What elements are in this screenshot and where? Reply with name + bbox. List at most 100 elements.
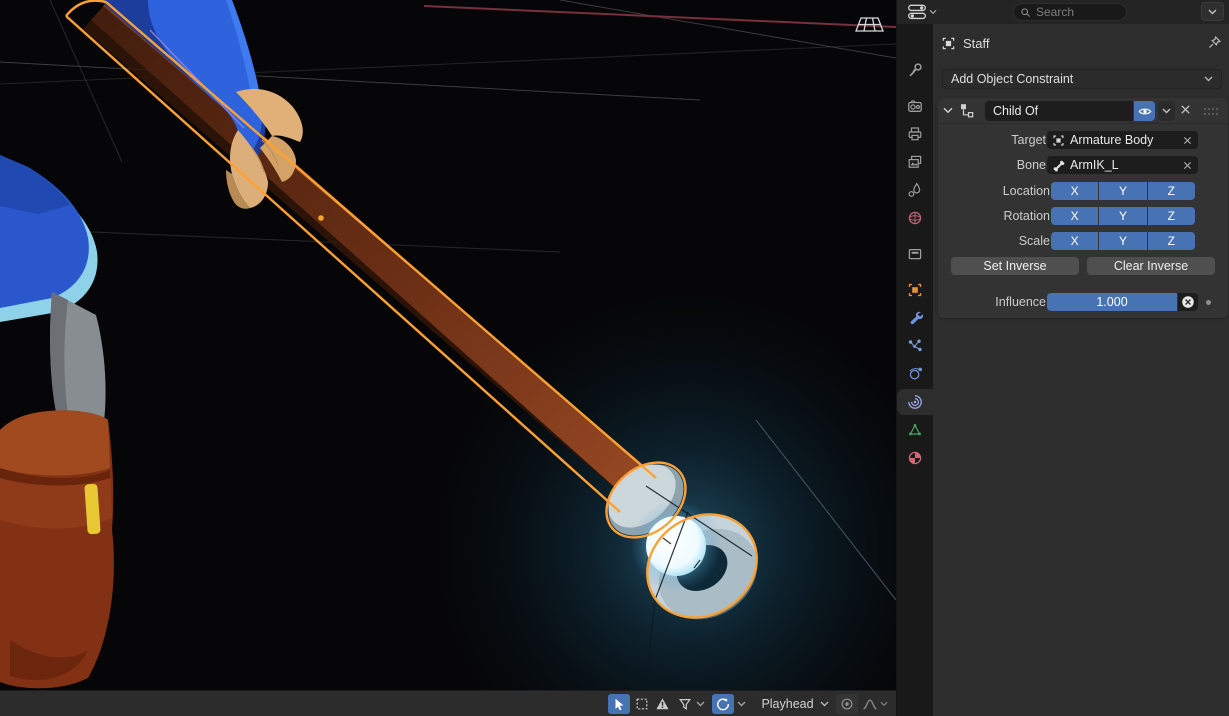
clear-target-icon[interactable] <box>1182 135 1193 146</box>
add-object-constraint-label: Add Object Constraint <box>951 72 1073 86</box>
character-boot[interactable] <box>0 410 114 688</box>
record-keyframe-icon[interactable] <box>836 694 858 714</box>
location-row: Location X Y Z <box>938 182 1228 200</box>
properties-tab-strip <box>897 24 933 716</box>
refresh-dropdown-chevron-icon[interactable] <box>735 694 748 714</box>
rotation-y-toggle[interactable]: Y <box>1099 207 1146 225</box>
scale-axis-toggles: X Y Z <box>1051 232 1195 250</box>
curve-dropdown-chevron-icon[interactable] <box>878 694 890 714</box>
location-axis-toggles: X Y Z <box>1051 182 1195 200</box>
rotation-row: Rotation X Y Z <box>938 207 1228 225</box>
filter-dropdown-chevron-icon[interactable] <box>694 694 707 714</box>
location-x-toggle[interactable]: X <box>1051 182 1098 200</box>
chevron-down-icon <box>929 9 937 15</box>
tab-object-data[interactable] <box>897 417 933 443</box>
tab-world[interactable] <box>897 205 933 231</box>
constraint-panel: Child Of Target Armature Body <box>938 98 1228 318</box>
tab-output[interactable] <box>897 121 933 147</box>
tab-object-constraints[interactable] <box>897 389 933 415</box>
constraint-visibility-toggle[interactable] <box>1134 101 1155 121</box>
chevron-down-icon <box>1204 76 1213 82</box>
location-y-toggle[interactable]: Y <box>1099 182 1146 200</box>
bone-field[interactable]: ArmIK_L <box>1047 156 1198 174</box>
bone-row: Bone ArmIK_L <box>938 156 1228 174</box>
inverse-row: Set Inverse Clear Inverse <box>938 257 1228 275</box>
clear-bone-icon[interactable] <box>1182 160 1193 171</box>
influence-label: Influence <box>995 293 1046 311</box>
panel-expand-chevron-icon[interactable] <box>943 107 953 114</box>
properties-editor-header: Search <box>897 0 1229 24</box>
eye-icon <box>1138 106 1152 117</box>
tab-object[interactable] <box>897 277 933 303</box>
refresh-icon[interactable] <box>712 694 734 714</box>
bone-icon <box>1052 159 1065 172</box>
close-icon <box>1179 103 1192 116</box>
scale-z-toggle[interactable]: Z <box>1148 232 1195 250</box>
target-label: Target <box>1011 131 1046 149</box>
tab-scene[interactable] <box>897 177 933 203</box>
curve-icon[interactable] <box>860 694 879 714</box>
playhead-dropdown[interactable]: Playhead <box>758 694 832 714</box>
tab-tool[interactable] <box>897 57 933 83</box>
target-value: Armature Body <box>1070 133 1153 147</box>
tab-view-layer[interactable] <box>897 149 933 175</box>
target-row: Target Armature Body <box>938 131 1228 149</box>
influence-row: Influence 1.000 <box>938 293 1228 311</box>
filter-icon[interactable] <box>675 694 695 714</box>
constraint-close-button[interactable] <box>1179 103 1192 116</box>
object-icon <box>1052 134 1065 147</box>
influence-slider[interactable]: 1.000 <box>1047 293 1177 311</box>
location-label: Location <box>1003 182 1050 200</box>
rotation-label: Rotation <box>1003 207 1050 225</box>
tab-modifiers[interactable] <box>897 305 933 331</box>
bone-value: ArmIK_L <box>1070 158 1119 172</box>
breadcrumb-object-name[interactable]: Staff <box>963 36 990 51</box>
tab-material[interactable] <box>897 445 933 471</box>
header-options-button[interactable] <box>1201 2 1224 21</box>
scale-label: Scale <box>1019 232 1050 250</box>
tab-physics[interactable] <box>897 361 933 387</box>
child-of-constraint-icon <box>958 102 975 119</box>
scale-row: Scale X Y Z <box>938 232 1228 250</box>
chevron-down-icon <box>1162 108 1171 114</box>
box-select-icon[interactable] <box>631 694 652 714</box>
tab-render[interactable] <box>897 93 933 119</box>
timeline-footer: Playhead <box>0 690 896 716</box>
tab-particles[interactable] <box>897 333 933 359</box>
search-input[interactable]: Search <box>1013 3 1127 21</box>
editor-type-selector[interactable] <box>907 2 939 22</box>
influence-clear-button[interactable] <box>1178 293 1198 311</box>
object-icon <box>941 36 956 51</box>
properties-editor-icon <box>907 3 927 21</box>
rotation-axis-toggles: X Y Z <box>1051 207 1195 225</box>
3d-viewport[interactable] <box>0 0 896 690</box>
viewport-scene <box>0 0 896 690</box>
target-field[interactable]: Armature Body <box>1047 131 1198 149</box>
location-z-toggle[interactable]: Z <box>1148 182 1195 200</box>
influence-decorator-dot[interactable] <box>1206 300 1211 305</box>
playhead-label: Playhead <box>761 697 813 711</box>
rotation-x-toggle[interactable]: X <box>1051 207 1098 225</box>
search-icon <box>1020 7 1031 18</box>
tab-collection[interactable] <box>897 241 933 267</box>
bone-label: Bone <box>1017 156 1046 174</box>
object-origin-dot <box>318 215 324 221</box>
constraint-extras-dropdown[interactable] <box>1158 101 1175 121</box>
select-cursor-icon[interactable] <box>608 694 630 714</box>
scale-x-toggle[interactable]: X <box>1051 232 1098 250</box>
pin-icon[interactable] <box>1207 35 1222 50</box>
chevron-down-icon <box>820 701 829 707</box>
set-inverse-button[interactable]: Set Inverse <box>951 257 1079 275</box>
rotation-z-toggle[interactable]: Z <box>1148 207 1195 225</box>
constraint-name-input[interactable]: Child Of <box>985 101 1133 121</box>
add-object-constraint-button[interactable]: Add Object Constraint <box>942 69 1222 89</box>
clear-inverse-button[interactable]: Clear Inverse <box>1087 257 1215 275</box>
search-placeholder: Search <box>1036 5 1074 19</box>
chevron-down-icon <box>1208 9 1217 15</box>
breadcrumb: Staff <box>941 34 990 52</box>
constraint-drag-handle[interactable] <box>1203 107 1219 116</box>
scale-y-toggle[interactable]: Y <box>1099 232 1146 250</box>
circled-x-icon <box>1181 295 1195 309</box>
warning-icon[interactable] <box>652 694 673 714</box>
properties-editor: Search <box>896 0 1229 716</box>
